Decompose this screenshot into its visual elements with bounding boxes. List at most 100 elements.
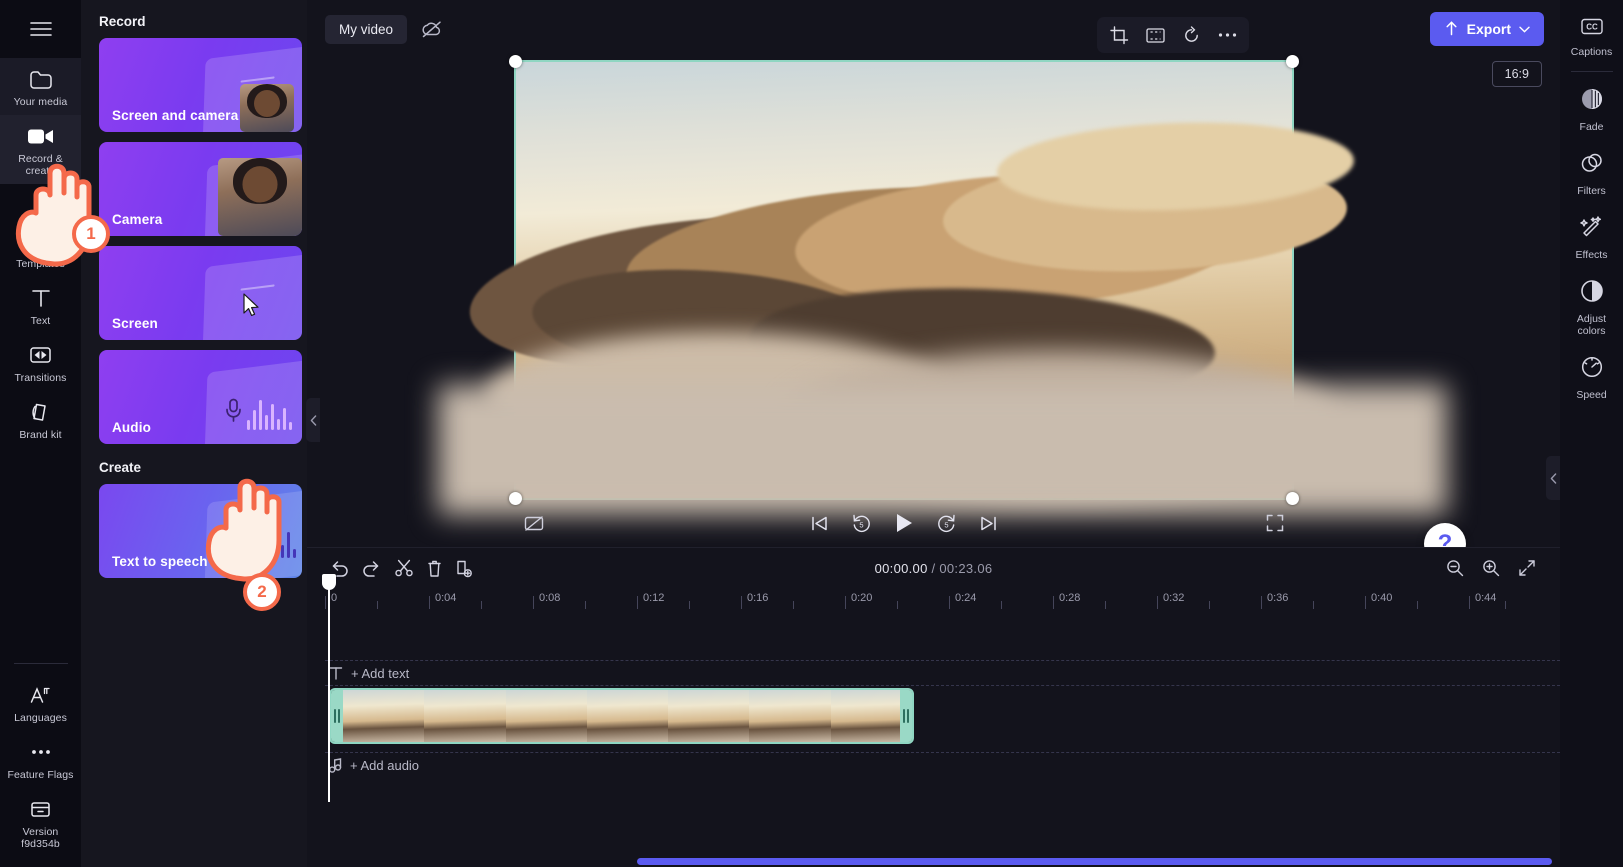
person-thumbnail <box>218 158 302 236</box>
chevron-left-icon <box>1550 472 1556 484</box>
trim-handle-right[interactable] <box>900 690 912 742</box>
time-separator: / <box>927 560 940 576</box>
svg-text:5: 5 <box>859 520 863 529</box>
aspect-ratio-button[interactable]: 16:9 <box>1491 61 1542 87</box>
upload-icon <box>1446 21 1457 36</box>
adjust-colors-icon <box>1580 279 1604 308</box>
zoom-in-button[interactable] <box>1476 554 1506 582</box>
rail-divider <box>13 663 68 664</box>
resize-handle-top-right[interactable] <box>1286 55 1299 68</box>
timeline-horizontal-scrollbar[interactable] <box>637 858 1552 865</box>
timeline-playhead[interactable] <box>322 574 336 802</box>
clip-thumbnail <box>424 690 506 742</box>
card-screen-and-camera[interactable]: Screen and camera <box>99 38 302 132</box>
right-rail-item-adjust-colors[interactable]: Adjust colors <box>1560 270 1623 346</box>
ruler-label: 0:40 <box>1371 592 1393 604</box>
trim-handle-left[interactable] <box>331 690 343 742</box>
sidebar-item-label: Feature Flags <box>7 769 74 781</box>
filters-icon <box>1580 151 1604 180</box>
card-camera[interactable]: Camera <box>99 142 302 236</box>
export-button[interactable]: Export <box>1429 12 1544 46</box>
sidebar-item-label: Text <box>30 315 51 327</box>
rewind-5s-icon: 5 <box>853 514 870 532</box>
chevron-left-icon <box>310 414 316 426</box>
brand-kit-icon <box>28 400 54 424</box>
zoom-out-icon <box>1447 560 1464 577</box>
preview-collapse-button[interactable] <box>1546 456 1560 500</box>
playback-buttons: 5 5 <box>810 512 998 534</box>
fit-frame-icon <box>1145 27 1165 43</box>
clip-thumbnail <box>343 690 425 742</box>
right-rail-item-speed[interactable]: Speed <box>1560 346 1623 410</box>
hamburger-menu-button[interactable] <box>0 0 81 58</box>
timeline-time-display: 00:00.00 / 00:23.06 <box>875 561 993 576</box>
project-name-field[interactable]: My video <box>325 14 408 44</box>
panel-section-title-create: Create <box>99 460 142 475</box>
video-clip[interactable] <box>329 688 914 744</box>
right-rail-item-filters[interactable]: Filters <box>1560 142 1623 206</box>
card-label: Text to speech <box>112 554 208 569</box>
redo-button[interactable] <box>355 554 385 582</box>
sidebar-item-brand-kit[interactable]: Brand kit <box>0 391 81 448</box>
skip-to-end-button[interactable] <box>979 514 998 533</box>
right-rail-item-captions[interactable]: CC Captions <box>1560 8 1623 67</box>
forward-5s-button[interactable]: 5 <box>936 513 957 534</box>
panel-collapse-button[interactable] <box>306 398 320 442</box>
add-text-track[interactable]: + Add text <box>325 660 1560 686</box>
sidebar-item-templates[interactable]: Templates <box>0 220 81 277</box>
delete-icon <box>427 560 441 577</box>
sidebar-item-label: Languages <box>14 712 67 724</box>
fit-timeline-button[interactable] <box>1512 554 1542 582</box>
total-duration: 00:23.06 <box>939 560 993 576</box>
forward-5s-icon: 5 <box>938 514 955 532</box>
delete-button[interactable] <box>419 554 449 582</box>
rotate-button[interactable] <box>1175 20 1207 50</box>
video-track <box>325 686 1560 750</box>
add-audio-track[interactable]: + Add audio <box>325 752 1560 778</box>
sidebar-item-version[interactable]: Version f9d354b <box>0 788 81 857</box>
clip-thumbnail <box>668 690 750 742</box>
play-button[interactable] <box>894 512 914 534</box>
card-screen[interactable]: Screen <box>99 246 302 340</box>
skip-to-start-button[interactable] <box>810 514 829 533</box>
split-button[interactable] <box>389 554 419 582</box>
clip-thumbnail <box>749 690 831 742</box>
right-rail-item-effects[interactable]: Effects <box>1560 206 1623 270</box>
sidebar-item-label: Version f9d354b <box>21 826 60 850</box>
text-icon <box>329 666 343 680</box>
more-options-button[interactable] <box>1211 20 1243 50</box>
step-badge-1: 1 <box>72 215 110 253</box>
timeline-ruler[interactable]: 0 0:04 0:08 0:12 0:16 0:20 0:24 0:28 0:3… <box>325 588 1560 612</box>
duplicate-button[interactable] <box>449 554 479 582</box>
cloud-sync-status-button[interactable] <box>421 20 443 38</box>
rotate-icon <box>1184 25 1198 42</box>
right-rail-item-label: Filters <box>1577 185 1606 197</box>
sidebar-item-text[interactable]: Text <box>0 277 81 334</box>
add-text-label: + Add text <box>351 665 410 681</box>
sidebar-item-your-media[interactable]: Your media <box>0 58 81 115</box>
transitions-icon <box>28 343 54 367</box>
timeline-toolbar: 00:00.00 / 00:23.06 <box>307 548 1560 588</box>
current-time: 00:00.00 <box>874 560 928 576</box>
sidebar-item-label: Brand kit <box>19 429 62 441</box>
zoom-out-button[interactable] <box>1440 554 1470 582</box>
effects-icon <box>1579 215 1604 244</box>
card-audio[interactable]: Audio <box>99 350 302 444</box>
sidebar-item-record-and-create[interactable]: Record & create <box>0 115 81 184</box>
right-rail: CC Captions Fade Filters Effects Adjust … <box>1560 0 1623 867</box>
resize-handle-top-left[interactable] <box>509 55 522 68</box>
sidebar-item-transitions[interactable]: Transitions <box>0 334 81 391</box>
video-preview-canvas[interactable] <box>438 55 1448 516</box>
fit-frame-button[interactable] <box>1139 20 1171 50</box>
skip-to-end-icon <box>981 516 996 530</box>
card-text-to-speech[interactable]: Text to speech <box>99 484 302 578</box>
card-label: Camera <box>112 212 163 227</box>
sidebar-item-languages[interactable]: Languages <box>0 674 81 731</box>
captions-toggle-button[interactable] <box>524 515 544 532</box>
playhead-handle[interactable] <box>322 574 336 590</box>
fullscreen-button[interactable] <box>1266 514 1284 532</box>
crop-button[interactable] <box>1103 20 1135 50</box>
right-rail-item-fade[interactable]: Fade <box>1560 78 1623 142</box>
rewind-5s-button[interactable]: 5 <box>851 513 872 534</box>
sidebar-item-feature-flags[interactable]: Feature Flags <box>0 731 81 788</box>
